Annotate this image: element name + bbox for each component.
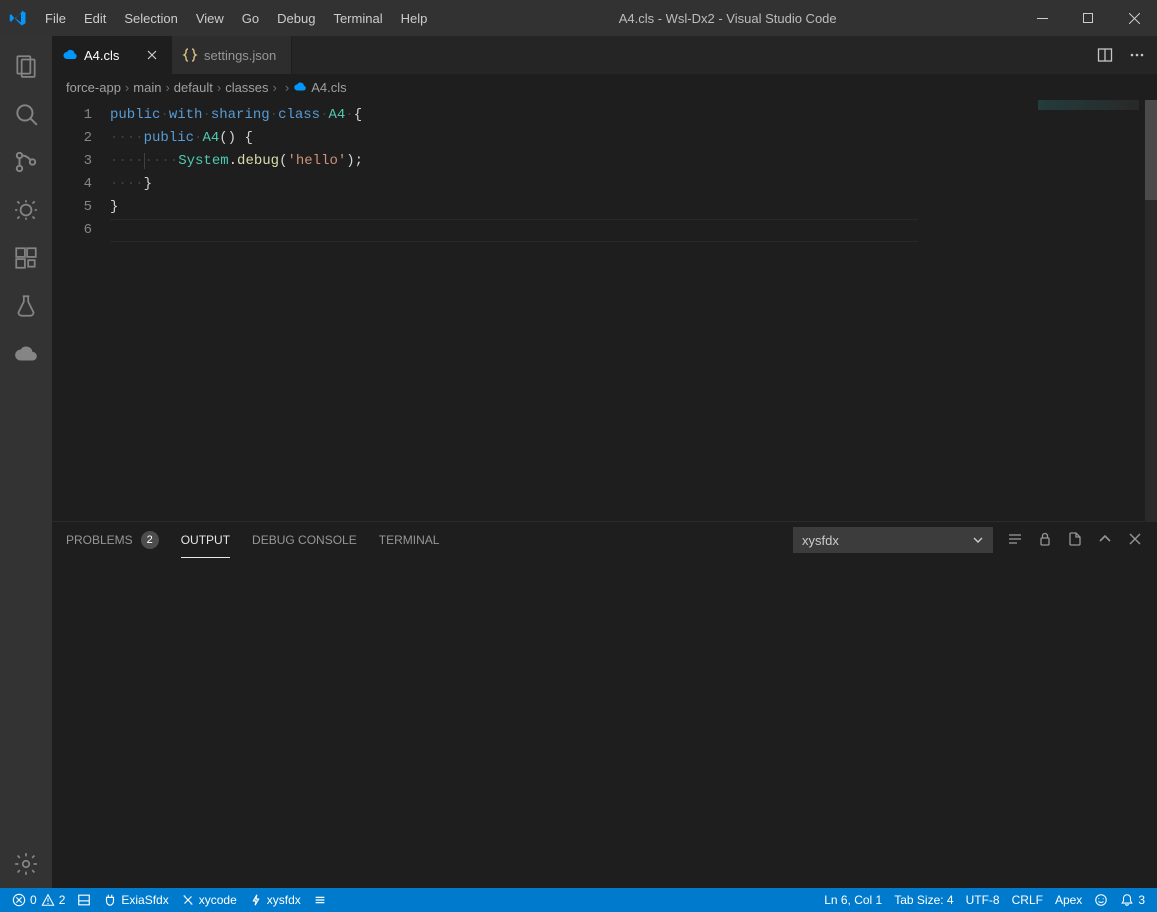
breadcrumb-segment[interactable]: default	[174, 80, 213, 95]
breadcrumb-segment[interactable]: A4.cls	[293, 80, 346, 95]
status-notifications[interactable]: 3	[1114, 888, 1151, 912]
tab-label: settings.json	[204, 48, 276, 63]
code-line[interactable]: }	[110, 196, 1033, 219]
editor-tabs: A4.cls settings.json	[52, 36, 1157, 74]
problems-badge: 2	[141, 531, 159, 549]
editor-actions	[1085, 36, 1157, 74]
dropdown-value: xysfdx	[802, 533, 839, 548]
split-editor-icon[interactable]	[1097, 47, 1113, 63]
status-encoding[interactable]: UTF-8	[960, 888, 1006, 912]
panel-tab-problems[interactable]: PROBLEMS 2	[66, 522, 159, 558]
breadcrumbs[interactable]: force-app › main › default › classes › › A4.cls	[52, 74, 1157, 100]
code-line[interactable]: public·with·sharing·class·A4·{	[110, 104, 1033, 127]
status-bar: 0 2 ExiaSfdx xycode xysfdx Ln 6, Col 1 T…	[0, 888, 1157, 912]
title-bar: FileEditSelectionViewGoDebugTerminalHelp…	[0, 0, 1157, 36]
main-area: A4.cls settings.json force-app › main › defa…	[0, 36, 1157, 888]
menu-item-terminal[interactable]: Terminal	[324, 0, 391, 36]
close-button[interactable]	[1111, 0, 1157, 36]
panel-tab-label: OUTPUT	[181, 533, 230, 547]
chevron-right-icon: ›	[285, 80, 289, 95]
code-line[interactable]: ····}	[110, 173, 1033, 196]
error-icon	[12, 893, 26, 907]
panel-tab-debug-console[interactable]: DEBUG CONSOLE	[252, 522, 357, 558]
testing-icon[interactable]	[0, 282, 52, 330]
more-icon[interactable]	[1129, 47, 1145, 63]
maximize-button[interactable]	[1065, 0, 1111, 36]
cloud-icon[interactable]	[0, 330, 52, 378]
braces-icon	[182, 47, 198, 63]
output-channel-dropdown[interactable]: xysfdx	[793, 527, 993, 553]
bottom-panel: PROBLEMS 2 OUTPUT DEBUG CONSOLE TERMINAL…	[52, 521, 1157, 888]
activity-bar	[0, 36, 52, 888]
menu-item-selection[interactable]: Selection	[115, 0, 186, 36]
menu-bar: FileEditSelectionViewGoDebugTerminalHelp	[36, 0, 436, 36]
close-panel-icon[interactable]	[1127, 531, 1143, 550]
chevron-right-icon: ›	[273, 80, 277, 95]
breadcrumb-segment[interactable]: force-app	[66, 80, 121, 95]
panel-tab-terminal[interactable]: TERMINAL	[379, 522, 440, 558]
warning-icon	[41, 893, 55, 907]
debug-icon[interactable]	[0, 186, 52, 234]
minimize-button[interactable]	[1019, 0, 1065, 36]
window-controls	[1019, 0, 1157, 36]
status-feedback-icon[interactable]	[1088, 888, 1114, 912]
explorer-icon[interactable]	[0, 42, 52, 90]
status-language[interactable]: Apex	[1049, 888, 1088, 912]
menu-item-debug[interactable]: Debug	[268, 0, 324, 36]
status-ext-xysfdx[interactable]: xysfdx	[243, 888, 307, 912]
panel-tab-label: PROBLEMS	[66, 533, 133, 547]
settings-gear-icon[interactable]	[0, 840, 52, 888]
code-line[interactable]	[110, 219, 1033, 242]
panel-tab-label: TERMINAL	[379, 533, 440, 547]
chevron-down-icon	[972, 534, 984, 546]
cloud-icon	[62, 47, 78, 63]
minimap[interactable]	[1033, 100, 1143, 521]
source-control-icon[interactable]	[0, 138, 52, 186]
status-errors-warnings[interactable]: 0 2	[6, 888, 71, 912]
extensions-icon[interactable]	[0, 234, 52, 282]
status-menu-icon[interactable]	[307, 888, 333, 912]
window-title: A4.cls - Wsl-Dx2 - Visual Studio Code	[436, 11, 1019, 26]
code-line[interactable]: ····public·A4() {	[110, 127, 1033, 150]
tab-a4-cls[interactable]: A4.cls	[52, 36, 172, 74]
lock-scroll-icon[interactable]	[1037, 531, 1053, 550]
breadcrumb-segment[interactable]: main	[133, 80, 161, 95]
close-icon[interactable]	[143, 46, 161, 64]
breadcrumb-segment[interactable]: classes	[225, 80, 268, 95]
chevron-right-icon: ›	[165, 80, 169, 95]
line-numbers: 123456	[52, 100, 110, 521]
status-layout-icon[interactable]	[71, 888, 97, 912]
editor-group: A4.cls settings.json force-app › main › defa…	[52, 36, 1157, 888]
panel-tabs: PROBLEMS 2 OUTPUT DEBUG CONSOLE TERMINAL…	[52, 522, 1157, 558]
vscode-app-icon	[0, 0, 36, 36]
panel-tab-output[interactable]: OUTPUT	[181, 522, 230, 558]
status-tab-size[interactable]: Tab Size: 4	[888, 888, 959, 912]
tab-settings-json[interactable]: settings.json	[172, 36, 292, 74]
status-ext-exiasfdx[interactable]: ExiaSfdx	[97, 888, 174, 912]
scrollbar[interactable]	[1143, 100, 1157, 521]
menu-item-view[interactable]: View	[187, 0, 233, 36]
status-ext-xycode[interactable]: xycode	[175, 888, 243, 912]
menu-item-help[interactable]: Help	[392, 0, 437, 36]
menu-item-file[interactable]: File	[36, 0, 75, 36]
chevron-right-icon: ›	[217, 80, 221, 95]
open-file-icon[interactable]	[1067, 531, 1083, 550]
output-body[interactable]	[52, 558, 1157, 888]
code-area[interactable]: public·with·sharing·class·A4·{····public…	[110, 100, 1033, 521]
chevron-right-icon: ›	[125, 80, 129, 95]
status-cursor-position[interactable]: Ln 6, Col 1	[818, 888, 888, 912]
chevron-up-icon[interactable]	[1097, 531, 1113, 550]
search-icon[interactable]	[0, 90, 52, 138]
code-editor[interactable]: 123456 public·with·sharing·class·A4·{···…	[52, 100, 1157, 521]
menu-item-go[interactable]: Go	[233, 0, 268, 36]
tab-label: A4.cls	[84, 48, 119, 63]
code-line[interactable]: ········System.debug('hello');	[110, 150, 1033, 173]
clear-output-icon[interactable]	[1007, 531, 1023, 550]
panel-tab-label: DEBUG CONSOLE	[252, 533, 357, 547]
menu-item-edit[interactable]: Edit	[75, 0, 115, 36]
status-eol[interactable]: CRLF	[1006, 888, 1049, 912]
